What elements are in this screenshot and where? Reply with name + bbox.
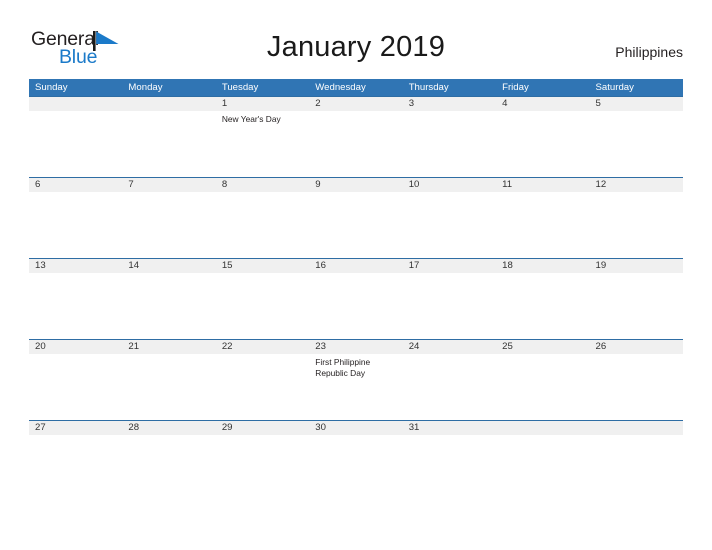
day-cell[interactable]: 21 [122, 339, 215, 420]
day-number: 29 [221, 422, 233, 433]
day-cell[interactable]: 2 [309, 96, 402, 177]
day-number: 3 [408, 98, 415, 109]
day-number: 23 [315, 341, 326, 352]
weekday-tuesday: Tuesday [221, 82, 259, 93]
day-number: 17 [408, 260, 420, 271]
day-cell[interactable]: 17 [403, 258, 496, 339]
day-cell[interactable]: 23 First Philippine Republic Day [309, 339, 402, 420]
day-number: 24 [408, 341, 420, 352]
day-cell[interactable]: 20 [29, 339, 122, 420]
day-cell[interactable]: 27 [29, 420, 122, 501]
day-cell[interactable]: 14 [122, 258, 215, 339]
day-cell[interactable] [590, 420, 683, 501]
day-cell[interactable] [122, 96, 215, 177]
calendar-page: General Blue January 2019 Philippines Su… [0, 0, 712, 550]
day-number: 2 [315, 98, 321, 109]
day-cell[interactable]: 13 [29, 258, 122, 339]
day-cell[interactable]: 3 [403, 96, 496, 177]
week-row: 6 7 8 9 10 11 12 [29, 177, 683, 258]
day-number: 18 [502, 260, 513, 271]
day-cell[interactable]: 1 New Year's Day [216, 96, 309, 177]
day-number: 26 [595, 341, 607, 352]
day-number: 12 [595, 179, 607, 190]
day-cell[interactable] [29, 96, 122, 177]
day-cell[interactable] [496, 420, 589, 501]
day-cell[interactable]: 11 [496, 177, 589, 258]
day-event: New Year's Day [221, 114, 281, 124]
day-cell[interactable]: 16 [309, 258, 402, 339]
day-number: 4 [502, 98, 508, 109]
day-number: 10 [408, 179, 420, 190]
weekday-wednesday: Wednesday [315, 82, 366, 93]
day-cell[interactable]: 4 [496, 96, 589, 177]
day-number: 13 [35, 260, 46, 271]
page-title: January 2019 [266, 31, 446, 63]
day-number: 19 [595, 260, 607, 271]
day-cell[interactable]: 22 [216, 339, 309, 420]
day-number: 7 [128, 179, 134, 190]
day-cell[interactable]: 24 [403, 339, 496, 420]
day-cell[interactable]: 28 [122, 420, 215, 501]
day-cell[interactable]: 5 [590, 96, 683, 177]
day-number: 21 [128, 341, 140, 352]
day-number: 31 [408, 422, 420, 433]
country-label: Philippines [615, 44, 683, 60]
week-row: 1 New Year's Day 2 3 4 5 [29, 96, 683, 177]
day-number: 25 [502, 341, 513, 352]
day-number: 6 [35, 179, 41, 190]
day-cell[interactable]: 26 [590, 339, 683, 420]
day-number: 11 [502, 179, 513, 190]
day-number: 28 [128, 422, 140, 433]
weekday-sunday: Sunday [35, 82, 68, 93]
day-number: 30 [315, 422, 326, 433]
day-number: 22 [221, 341, 233, 352]
day-event: First Philippine Republic Day [315, 357, 371, 378]
day-cell[interactable]: 9 [309, 177, 402, 258]
day-cell[interactable]: 29 [216, 420, 309, 501]
weekday-monday: Monday [128, 82, 163, 93]
week-row: 13 14 15 16 17 18 19 [29, 258, 683, 339]
week-row: 20 21 22 23 First Philippine Republic Da… [29, 339, 683, 420]
day-cell[interactable]: 10 [403, 177, 496, 258]
day-cell[interactable]: 18 [496, 258, 589, 339]
weekday-header-row: Sunday Monday Tuesday Wednesday Thursday… [29, 79, 683, 96]
week-row: 27 28 29 30 31 [29, 420, 683, 501]
day-number: 1 [221, 98, 228, 109]
day-cell[interactable]: 31 [403, 420, 496, 501]
weekday-saturday: Saturday [595, 82, 634, 93]
day-number: 8 [221, 179, 228, 190]
day-cell[interactable]: 7 [122, 177, 215, 258]
day-number: 15 [221, 260, 233, 271]
day-cell[interactable]: 8 [216, 177, 309, 258]
day-cell[interactable]: 25 [496, 339, 589, 420]
day-number: 5 [595, 98, 601, 109]
day-cell[interactable]: 6 [29, 177, 122, 258]
day-cell[interactable]: 15 [216, 258, 309, 339]
day-number: 20 [35, 341, 46, 352]
day-number: 14 [128, 260, 140, 271]
day-number: 16 [315, 260, 326, 271]
calendar-grid: Sunday Monday Tuesday Wednesday Thursday… [29, 79, 683, 501]
day-number: 27 [35, 422, 46, 433]
day-cell[interactable]: 30 [309, 420, 402, 501]
weekday-thursday: Thursday [408, 82, 449, 93]
day-number: 9 [315, 179, 321, 190]
weekday-friday: Friday [502, 82, 529, 93]
day-cell[interactable]: 12 [590, 177, 683, 258]
page-header: General Blue January 2019 Philippines [0, 0, 712, 78]
day-cell[interactable]: 19 [590, 258, 683, 339]
